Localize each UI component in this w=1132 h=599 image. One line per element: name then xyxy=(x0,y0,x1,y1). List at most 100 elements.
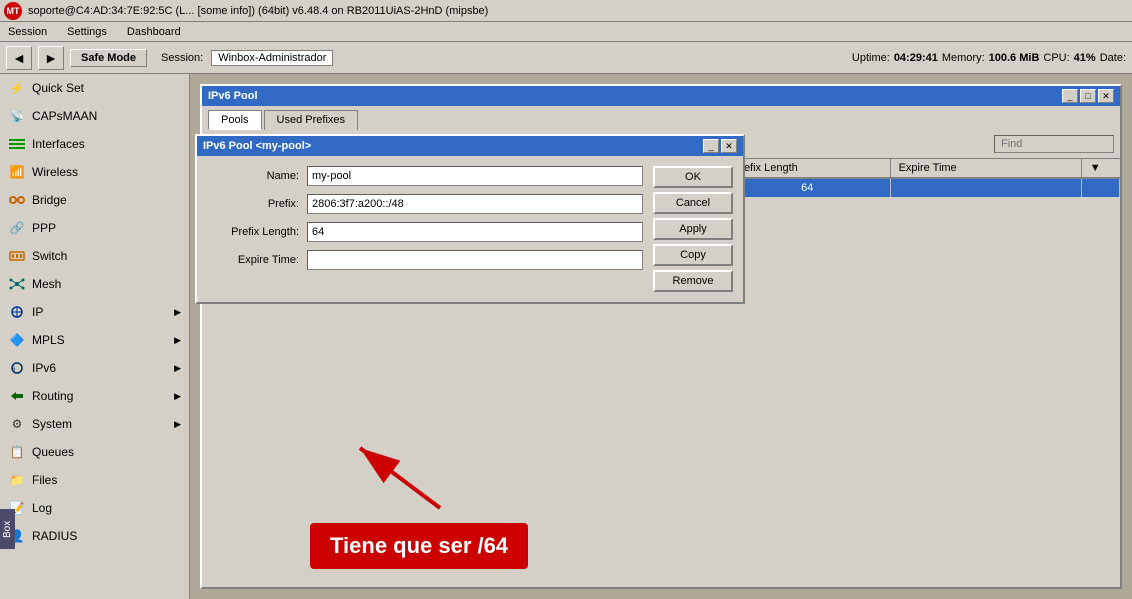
annotation-text: Tiene que ser /64 xyxy=(310,523,528,569)
field-row-expire-time: Expire Time: xyxy=(207,250,643,270)
window-controls: _ □ ✕ xyxy=(1062,89,1114,103)
top-bar: MT soporte@C4:AD:34:7E:92:5C (L... [some… xyxy=(0,0,1132,22)
find-input[interactable] xyxy=(994,135,1114,153)
sidebar-item-label: PPP xyxy=(32,221,56,235)
ipv6-icon: 6 xyxy=(8,359,26,377)
col-prefix-length[interactable]: Prefix Length xyxy=(724,159,890,178)
sidebar-item-label: Wireless xyxy=(32,165,78,179)
mpls-arrow-icon: ▶ xyxy=(174,335,181,346)
ipv6-pool-title: IPv6 Pool xyxy=(208,90,258,102)
uptime-label: Uptime: xyxy=(852,52,890,64)
sidebar-item-switch[interactable]: Switch xyxy=(0,242,189,270)
memory-label: Memory: xyxy=(942,52,985,64)
mesh-icon xyxy=(8,275,26,293)
name-input[interactable] xyxy=(307,166,643,186)
menu-session[interactable]: Session xyxy=(4,25,51,39)
sidebar-item-label: System xyxy=(32,417,72,431)
back-button[interactable]: ◄ xyxy=(6,46,32,70)
session-label: Session: xyxy=(161,52,203,64)
main-layout: ⚡ Quick Set 📡 CAPsMAAN Interfaces 📶 Wire… xyxy=(0,74,1132,599)
menu-bar: Session Settings Dashboard xyxy=(0,22,1132,42)
prefix-length-input[interactable] xyxy=(307,222,643,242)
system-icon: ⚙ xyxy=(8,415,26,433)
ppp-icon: 🔗 xyxy=(8,219,26,237)
cpu-value: 41% xyxy=(1074,52,1096,64)
forward-button[interactable]: ► xyxy=(38,46,64,70)
menu-settings[interactable]: Settings xyxy=(63,25,111,39)
field-row-name: Name: xyxy=(207,166,643,186)
apply-button[interactable]: Apply xyxy=(653,218,733,240)
close-button[interactable]: ✕ xyxy=(1098,89,1114,103)
prefix-label: Prefix: xyxy=(207,198,307,210)
capsman-icon: 📡 xyxy=(8,107,26,125)
sidebar-item-quick-set[interactable]: ⚡ Quick Set xyxy=(0,74,189,102)
sidebar-item-files[interactable]: 📁 Files xyxy=(0,466,189,494)
cpu-label: CPU: xyxy=(1043,52,1069,64)
quick-set-icon: ⚡ xyxy=(8,79,26,97)
dialog-fields: Name: Prefix: Prefix Length: Expire Time… xyxy=(207,166,643,292)
ip-icon xyxy=(8,303,26,321)
ipv6-pool-title-bar: IPv6 Pool _ □ ✕ xyxy=(202,86,1120,106)
sidebar-item-label: Mesh xyxy=(32,277,61,291)
memory-value: 100.6 MiB xyxy=(989,52,1040,64)
sidebar-item-queues[interactable]: 📋 Queues xyxy=(0,438,189,466)
system-arrow-icon: ▶ xyxy=(174,419,181,430)
routing-icon xyxy=(8,387,26,405)
sidebar-item-mpls[interactable]: 🔷 MPLS ▶ xyxy=(0,326,189,354)
prefix-input[interactable] xyxy=(307,194,643,214)
tab-bar: Pools Used Prefixes xyxy=(202,106,1120,130)
maximize-button[interactable]: □ xyxy=(1080,89,1096,103)
sidebar-item-capsman[interactable]: 📡 CAPsMAAN xyxy=(0,102,189,130)
sidebar-item-interfaces[interactable]: Interfaces xyxy=(0,130,189,158)
safe-mode-button[interactable]: Safe Mode xyxy=(70,49,147,67)
ipv6-pool-dialog: IPv6 Pool <my-pool> _ ✕ Name: Prefix: xyxy=(195,134,745,304)
tab-used-prefixes[interactable]: Used Prefixes xyxy=(264,110,358,130)
sidebar-item-ip[interactable]: IP ▶ xyxy=(0,298,189,326)
routing-arrow-icon: ▶ xyxy=(174,391,181,402)
cancel-button[interactable]: Cancel xyxy=(653,192,733,214)
sidebar-item-ppp[interactable]: 🔗 PPP xyxy=(0,214,189,242)
dialog-buttons: OK Cancel Apply Copy Remove xyxy=(653,166,733,292)
dialog-minimize-button[interactable]: _ xyxy=(703,139,719,153)
tab-pools[interactable]: Pools xyxy=(208,110,262,130)
uptime-value: 04:29:41 xyxy=(894,52,938,64)
arrow-svg xyxy=(340,438,460,518)
sidebar-item-label: CAPsMAAN xyxy=(32,109,97,123)
app-logo: MT xyxy=(4,2,22,20)
minimize-button[interactable]: _ xyxy=(1062,89,1078,103)
status-bar: Uptime: 04:29:41 Memory: 100.6 MiB CPU: … xyxy=(852,52,1126,64)
expire-time-label: Expire Time: xyxy=(207,254,307,266)
sidebar-item-routing[interactable]: Routing ▶ xyxy=(0,382,189,410)
ipv6-arrow-icon: ▶ xyxy=(174,363,181,374)
remove-button[interactable]: Remove xyxy=(653,270,733,292)
copy-button[interactable]: Copy xyxy=(653,244,733,266)
sidebar-item-label: Log xyxy=(32,501,52,515)
sidebar-item-ipv6[interactable]: 6 IPv6 ▶ xyxy=(0,354,189,382)
expire-time-input[interactable] xyxy=(307,250,643,270)
sidebar-item-system[interactable]: ⚙ System ▶ xyxy=(0,410,189,438)
field-row-prefix: Prefix: xyxy=(207,194,643,214)
dialog-body: Name: Prefix: Prefix Length: Expire Time… xyxy=(197,156,743,302)
interfaces-icon xyxy=(8,135,26,153)
dialog-title: IPv6 Pool <my-pool> xyxy=(203,140,311,152)
switch-icon xyxy=(8,247,26,265)
sidebar-item-label: Switch xyxy=(32,249,67,263)
row-prefix-length: 64 xyxy=(724,178,890,197)
name-label: Name: xyxy=(207,170,307,182)
sidebar-item-log[interactable]: 📝 Log xyxy=(0,494,189,522)
sidebar-item-mesh[interactable]: Mesh xyxy=(0,270,189,298)
session-value: Winbox-Administrador xyxy=(211,50,333,66)
ok-button[interactable]: OK xyxy=(653,166,733,188)
menu-dashboard[interactable]: Dashboard xyxy=(123,25,185,39)
sidebar-item-label: MPLS xyxy=(32,333,65,347)
col-expire-time[interactable]: Expire Time xyxy=(890,159,1081,178)
sidebar-item-label: RADIUS xyxy=(32,529,77,543)
sidebar-item-bridge[interactable]: Bridge xyxy=(0,186,189,214)
dialog-close-button[interactable]: ✕ xyxy=(721,139,737,153)
sidebar-item-radius[interactable]: 👤 RADIUS xyxy=(0,522,189,550)
sidebar-item-label: Files xyxy=(32,473,57,487)
col-dropdown[interactable]: ▼ xyxy=(1081,159,1119,178)
sidebar-item-wireless[interactable]: 📶 Wireless xyxy=(0,158,189,186)
field-row-prefix-length: Prefix Length: xyxy=(207,222,643,242)
arrow-annotation: Tiene que ser /64 xyxy=(310,523,528,569)
